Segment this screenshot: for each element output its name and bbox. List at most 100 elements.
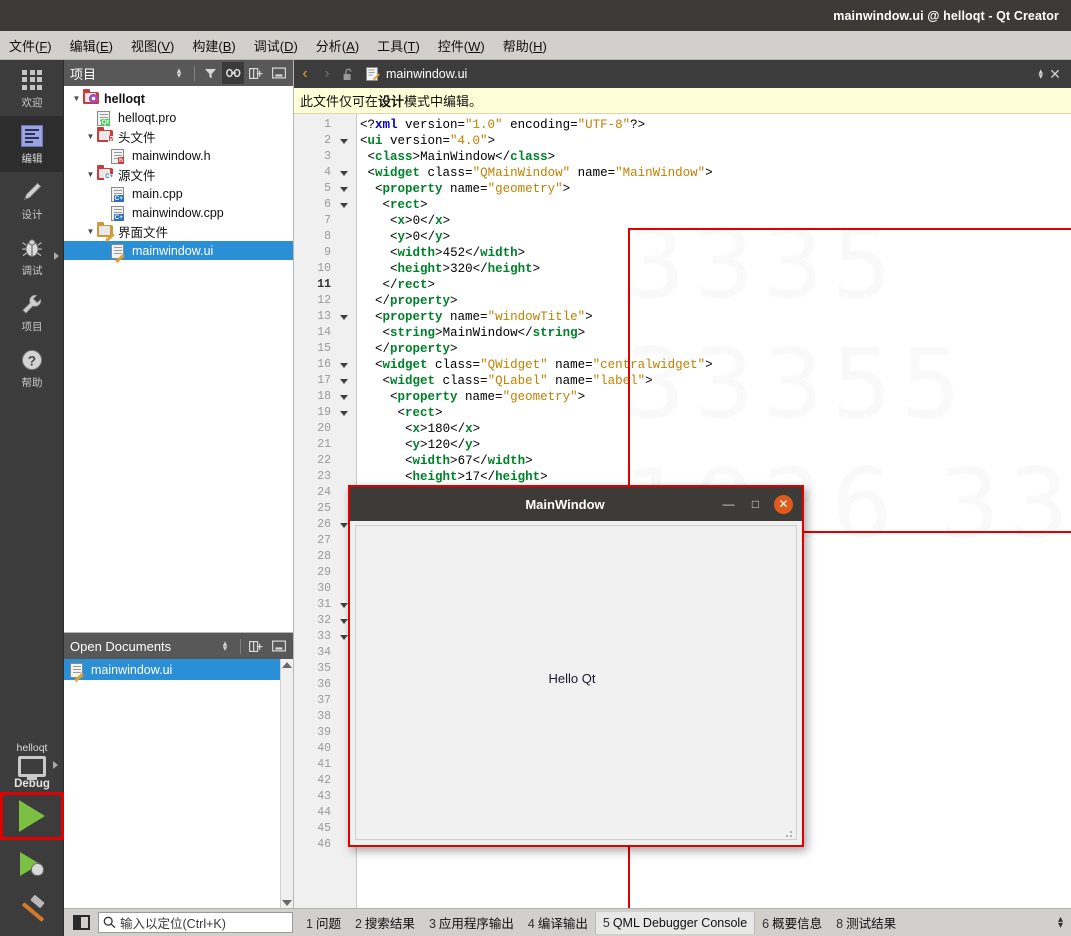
tree-item-mainwindow.cpp[interactable]: C+ mainwindow.cpp xyxy=(64,203,293,222)
menu-item-6[interactable]: 工具(T) xyxy=(368,33,429,58)
sync-selection-button[interactable]: ▴ ▾ xyxy=(168,62,190,84)
navigate-forward-icon[interactable]: › xyxy=(316,65,338,83)
pencil-icon xyxy=(23,182,42,200)
menu-item-1[interactable]: 编辑(E) xyxy=(61,33,122,58)
fold-triangle-icon[interactable] xyxy=(340,315,348,320)
code-token: y xyxy=(412,438,421,452)
start-debugging-button[interactable] xyxy=(0,840,64,888)
build-button[interactable] xyxy=(0,888,64,936)
code-token: rect xyxy=(405,406,436,420)
code-line: <x>0</x> xyxy=(360,213,450,229)
close-panel-icon[interactable] xyxy=(268,635,290,657)
output-tab-问题[interactable]: 1 问题 xyxy=(299,909,348,936)
close-button[interactable]: ✕ xyxy=(774,494,793,514)
expand-arrow-icon[interactable]: ▼ xyxy=(84,227,97,236)
line-number: 30 xyxy=(317,582,331,595)
mode-button-编辑[interactable]: 编辑 xyxy=(0,116,64,172)
editor-tab-dropdown-icon[interactable]: ▴ ▾ xyxy=(1038,67,1043,81)
tree-item-界面文件[interactable]: ▼ 界面文件 xyxy=(64,222,293,242)
menu-item-5[interactable]: 分析(A) xyxy=(307,33,368,58)
open-documents-scrollbar[interactable] xyxy=(280,659,293,909)
output-tab-测试结果[interactable]: 8 测试结果 xyxy=(829,909,903,936)
tree-item-main.cpp[interactable]: C+ main.cpp xyxy=(64,184,293,203)
fold-triangle-icon[interactable] xyxy=(340,395,348,400)
mode-button-帮助[interactable]: ? 帮助 xyxy=(0,340,64,396)
tree-item-helloqt.pro[interactable]: Qt helloqt.pro xyxy=(64,108,293,127)
fold-triangle-icon[interactable] xyxy=(340,139,348,144)
close-panel-icon[interactable] xyxy=(268,62,290,84)
expand-arrow-icon[interactable]: ▼ xyxy=(70,94,83,103)
tree-item-mainwindow.ui[interactable]: mainwindow.ui xyxy=(64,241,293,263)
link-chain-icon[interactable] xyxy=(222,62,244,84)
fold-triangle-icon[interactable] xyxy=(340,411,348,416)
sort-documents-button[interactable]: ▴ ▾ xyxy=(214,635,236,657)
project-tree[interactable]: ▼ helloqt Qt helloqt.pro ▼ h 头文件 h mainwindow.h ▼… xyxy=(64,86,293,263)
code-line: <ui version="4.0"> xyxy=(360,133,495,149)
fold-triangle-icon[interactable] xyxy=(340,203,348,208)
split-add-icon[interactable] xyxy=(245,635,267,657)
output-tab-QML Debugger Console[interactable]: 5 QML Debugger Console xyxy=(594,911,756,934)
maximize-button[interactable]: □ xyxy=(747,496,764,513)
fold-triangle-icon[interactable] xyxy=(340,363,348,368)
menu-item-2[interactable]: 视图(V) xyxy=(122,33,183,58)
navigate-back-icon[interactable]: ‹ xyxy=(294,65,316,83)
output-tab-number: 6 xyxy=(762,917,770,931)
open-documents-list[interactable]: mainwindow.ui xyxy=(64,659,293,682)
fold-triangle-icon[interactable] xyxy=(340,635,348,640)
output-pane-toggle-icon[interactable]: ▴ ▾ xyxy=(1058,914,1071,930)
tree-item-源文件[interactable]: ▼ C+ 源文件 xyxy=(64,165,293,184)
fold-triangle-icon[interactable] xyxy=(340,523,348,528)
fold-triangle-icon[interactable] xyxy=(340,619,348,624)
resize-grip[interactable] xyxy=(782,829,792,837)
close-x-icon[interactable]: ✕ xyxy=(1045,66,1065,83)
output-pane-tabs[interactable]: 1 问题 2 搜索结果 3 应用程序输出 4 编译输出 5 QML Debugger Consol… xyxy=(299,909,903,936)
open-document-item[interactable]: mainwindow.ui xyxy=(64,659,293,682)
scroll-down-arrow-icon[interactable] xyxy=(282,900,292,906)
filter-funnel-icon[interactable] xyxy=(199,62,221,84)
scroll-up-arrow-icon[interactable] xyxy=(282,662,292,668)
mode-button-欢迎[interactable]: 欢迎 xyxy=(0,60,64,116)
output-tab-编译输出[interactable]: 4 编译输出 xyxy=(521,909,595,936)
code-token: height xyxy=(397,262,443,276)
tree-item-mainwindow.h[interactable]: h mainwindow.h xyxy=(64,146,293,165)
menu-item-4[interactable]: 调试(D) xyxy=(245,33,307,58)
fold-triangle-icon[interactable] xyxy=(340,187,348,192)
tree-item-helloqt[interactable]: ▼ helloqt xyxy=(64,89,293,108)
menu-item-0[interactable]: 文件(F) xyxy=(0,33,61,58)
bug-icon xyxy=(31,862,44,876)
expand-arrow-icon[interactable]: ▼ xyxy=(84,170,97,179)
run-button[interactable] xyxy=(0,792,64,840)
line-number: 18 xyxy=(317,390,331,403)
line-number: 17 xyxy=(317,374,331,387)
code-token: < xyxy=(375,310,383,324)
split-add-icon[interactable] xyxy=(245,62,267,84)
mainwindow-application-window[interactable]: MainWindow — □ ✕ Hello Qt xyxy=(348,485,804,847)
fold-triangle-icon[interactable] xyxy=(340,171,348,176)
line-number: 41 xyxy=(317,758,331,771)
code-line: <property name="geometry"> xyxy=(360,181,570,197)
mode-button-调试[interactable]: 调试 xyxy=(0,228,64,284)
toggle-sidebar-button[interactable] xyxy=(68,913,94,933)
output-tab-搜索结果[interactable]: 2 搜索结果 xyxy=(348,909,422,936)
kit-selector[interactable]: helloqt Debug xyxy=(0,738,64,792)
locator-input[interactable]: 输入以定位(Ctrl+K) xyxy=(98,912,293,933)
output-tab-number: 4 xyxy=(527,917,535,931)
fold-triangle-icon[interactable] xyxy=(340,603,348,608)
mode-button-设计[interactable]: 设计 xyxy=(0,172,64,228)
output-tab-概要信息[interactable]: 6 概要信息 xyxy=(755,909,829,936)
menu-item-7[interactable]: 控件(W) xyxy=(429,33,494,58)
editor-tab[interactable]: mainwindow.ui xyxy=(358,60,475,88)
minimize-button[interactable]: — xyxy=(720,496,737,513)
mode-button-项目[interactable]: 项目 xyxy=(0,284,64,340)
output-tab-应用程序输出[interactable]: 3 应用程序输出 xyxy=(422,909,521,936)
line-number: 6 xyxy=(324,198,331,211)
unlocked-padlock-icon[interactable] xyxy=(338,68,358,81)
fold-triangle-icon[interactable] xyxy=(340,379,348,384)
menu-item-8[interactable]: 帮助(H) xyxy=(494,33,556,58)
code-token: version= xyxy=(382,134,451,148)
tree-item-头文件[interactable]: ▼ h 头文件 xyxy=(64,127,293,146)
menu-item-3[interactable]: 构建(B) xyxy=(183,33,244,58)
expand-arrow-icon[interactable]: ▼ xyxy=(84,132,97,141)
line-number: 1 xyxy=(324,118,331,131)
